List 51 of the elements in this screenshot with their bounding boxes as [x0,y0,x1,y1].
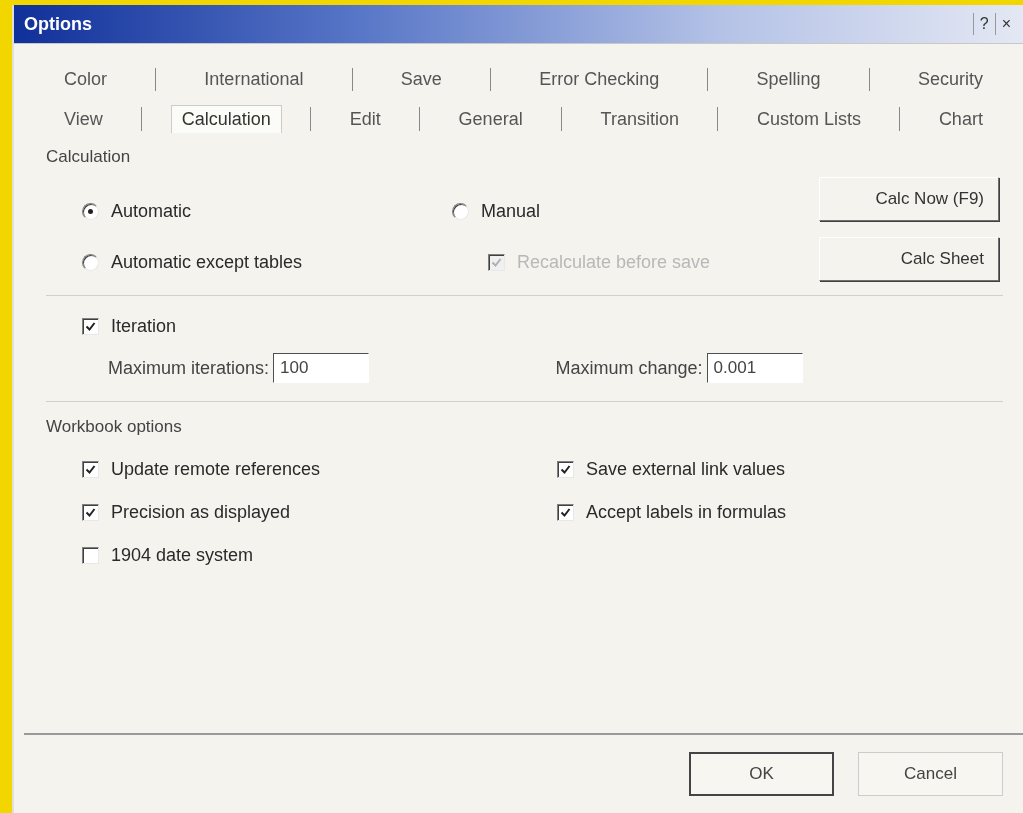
checkbox[interactable] [82,461,99,478]
tab[interactable]: Edit [339,105,391,133]
tab[interactable]: General [448,105,533,133]
calc-button[interactable]: Calc Sheet [819,237,999,281]
option-label: Accept labels in formulas [586,502,787,523]
option-label: Automatic [111,201,192,222]
checkmark-icon [560,464,571,475]
tab[interactable]: Custom Lists [746,105,871,133]
checkbox[interactable] [82,504,99,521]
input-field[interactable]: 100 [273,353,370,383]
option-label: Iteration [111,316,177,337]
option-label: 1904 date system [111,545,254,566]
tab[interactable]: Spelling [746,66,831,93]
checkbox[interactable] [557,504,574,521]
tab[interactable]: View [54,105,113,133]
help-button[interactable]: ? [972,13,995,35]
tab[interactable]: Save [390,66,452,93]
radio-button[interactable] [452,203,469,220]
option-label: Save external link values [586,459,786,480]
checkbox[interactable] [557,461,574,478]
window-title: Options [24,13,93,35]
checkmark-icon [85,507,96,518]
checkmark-icon [85,321,96,332]
radio-button[interactable] [82,203,99,220]
cancel-button[interactable]: Cancel [858,752,1003,796]
option-label: Recalculate before save [517,252,711,273]
tab[interactable]: Chart [928,105,993,133]
field-label: Maximum change: [555,357,703,379]
calc-button[interactable]: Calc Now (F9) [819,177,999,221]
group-heading: Calculation [46,147,132,167]
checkmark-icon [560,507,571,518]
tab[interactable]: Security [907,66,993,93]
input-field[interactable]: 0.001 [706,353,803,383]
close-button[interactable]: × [994,13,1017,35]
option-label: Precision as displayed [111,502,291,523]
option-label: Manual [481,201,541,222]
checkbox[interactable] [82,547,99,564]
option-label: Update remote references [111,459,321,480]
tab[interactable]: Error Checking [529,66,670,93]
tab[interactable]: Color [54,66,117,93]
ok-button[interactable]: OK [689,752,834,796]
tab[interactable]: Transition [590,105,689,133]
radio-button[interactable] [82,254,99,271]
tab[interactable]: International [194,66,314,93]
group-heading: Workbook options [46,417,182,436]
tab[interactable]: Calculation [170,105,282,133]
field-label: Maximum iterations: [108,357,270,379]
checkmark-icon [491,257,502,268]
option-label: Automatic except tables [111,252,303,273]
checkmark-icon [85,464,96,475]
checkbox[interactable] [82,318,99,335]
